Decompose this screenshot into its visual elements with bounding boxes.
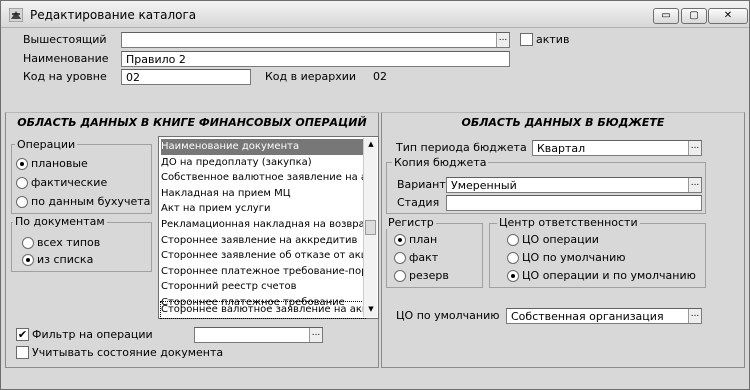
level-code-field[interactable]: 02 bbox=[121, 69, 251, 85]
resp-center-title: Центр ответственности bbox=[497, 216, 640, 229]
document-list-item[interactable]: ДО на предоплату (закупка) bbox=[161, 155, 365, 171]
operations-option-accounting: по данным бухучета bbox=[31, 195, 151, 208]
register-option-fact: факт bbox=[409, 251, 439, 264]
register-radio-fact[interactable] bbox=[394, 252, 406, 264]
name-value: Правило 2 bbox=[126, 53, 186, 66]
register-radio-reserve[interactable] bbox=[394, 270, 406, 282]
operations-radio-accounting[interactable] bbox=[16, 196, 28, 208]
title-bar: Редактирование каталога ▭ ▢ ✕ bbox=[1, 1, 749, 28]
filter-field[interactable]: ... bbox=[194, 327, 323, 343]
operations-option-planned: плановые bbox=[31, 157, 88, 170]
document-list-item[interactable]: Стороннее заявление на аккредитив bbox=[161, 233, 365, 249]
document-list-item[interactable]: Акт на прием услуги bbox=[161, 201, 365, 217]
resp-center-option-default: ЦО по умолчанию bbox=[522, 251, 626, 264]
register-radio-plan[interactable] bbox=[394, 234, 406, 246]
by-docs-option-list: из списка bbox=[37, 253, 94, 266]
default-rc-value: Собственная организация bbox=[511, 310, 664, 323]
document-list-item[interactable]: Собственное валютное заявление на акк bbox=[161, 170, 365, 186]
by-docs-radio-list[interactable] bbox=[22, 254, 34, 266]
app-icon bbox=[9, 8, 23, 22]
scroll-down-icon[interactable]: ▼ bbox=[366, 304, 376, 314]
hier-code-label: Код в иерархии bbox=[265, 70, 357, 83]
doc-state-label: Учитывать состояние документа bbox=[32, 346, 224, 359]
default-rc-label: ЦО по умолчанию bbox=[396, 309, 500, 322]
stage-label: Стадия bbox=[397, 196, 440, 209]
resp-center-option-operation: ЦО операции bbox=[522, 233, 599, 246]
hier-code-value: 02 bbox=[373, 70, 387, 83]
variant-label: Вариант bbox=[397, 178, 446, 191]
period-type-label: Тип периода бюджета bbox=[396, 141, 527, 154]
filter-select-button[interactable]: ... bbox=[309, 328, 322, 342]
by-docs-radio-all[interactable] bbox=[22, 237, 34, 249]
period-type-select-button[interactable]: ... bbox=[688, 141, 701, 155]
parent-field[interactable]: ... bbox=[121, 32, 510, 48]
document-list-item[interactable]: Стороннее заявление об отказе от акцепт bbox=[161, 248, 365, 264]
resp-center-option-both: ЦО операции и по умолчанию bbox=[522, 269, 696, 282]
default-rc-select-button[interactable]: ... bbox=[688, 309, 701, 323]
stage-field[interactable] bbox=[446, 195, 702, 211]
parent-label: Вышестоящий bbox=[23, 33, 107, 46]
document-list-item[interactable]: Накладная на прием МЦ bbox=[161, 186, 365, 202]
default-rc-field[interactable]: Собственная организация ... bbox=[506, 308, 702, 324]
scroll-up-icon[interactable]: ▲ bbox=[366, 139, 376, 149]
maximize-button[interactable]: ▢ bbox=[681, 8, 707, 24]
active-checkbox[interactable] bbox=[520, 33, 533, 46]
by-docs-title: По документам bbox=[13, 215, 107, 228]
doc-state-checkbox[interactable] bbox=[16, 346, 29, 359]
resp-center-radio-default[interactable] bbox=[507, 252, 519, 264]
minimize-button[interactable]: ▭ bbox=[653, 8, 679, 24]
operations-radio-planned[interactable] bbox=[16, 158, 28, 170]
close-button[interactable]: ✕ bbox=[708, 8, 748, 24]
register-title: Регистр bbox=[386, 216, 436, 229]
variant-value: Умеренный bbox=[451, 179, 517, 192]
budget-copy-title: Копия бюджета bbox=[392, 156, 489, 169]
resp-center-radio-both[interactable] bbox=[507, 270, 519, 282]
name-label: Наименование bbox=[23, 52, 109, 65]
level-code-label: Код на уровне bbox=[23, 70, 107, 83]
catalog-edit-window: Редактирование каталога ▭ ▢ ✕ Вышестоящи… bbox=[0, 0, 750, 390]
scrollbar-thumb[interactable] bbox=[365, 220, 376, 235]
filter-checkbox[interactable]: ✔ bbox=[16, 328, 29, 341]
document-list-scrollbar[interactable]: ▲ ▼ bbox=[363, 138, 377, 317]
active-label: актив bbox=[536, 33, 570, 46]
document-list-item[interactable]: Стороннее валютное заявление на акк bbox=[160, 301, 366, 319]
register-option-reserve: резерв bbox=[409, 269, 449, 282]
parent-select-button[interactable]: ... bbox=[496, 33, 509, 47]
register-option-plan: план bbox=[409, 233, 438, 246]
operations-radio-actual[interactable] bbox=[16, 177, 28, 189]
level-code-value: 02 bbox=[126, 71, 140, 84]
document-list-item[interactable]: Рекламационная накладная на возврат МI bbox=[161, 217, 365, 233]
variant-field[interactable]: Умеренный ... bbox=[446, 177, 702, 193]
by-docs-option-all: всех типов bbox=[37, 236, 101, 249]
variant-select-button[interactable]: ... bbox=[688, 178, 701, 192]
window-title: Редактирование каталога bbox=[30, 8, 197, 22]
operations-option-actual: фактические bbox=[31, 176, 108, 189]
resp-center-radio-operation[interactable] bbox=[507, 234, 519, 246]
document-list-item[interactable]: Наименование документа bbox=[161, 139, 365, 155]
document-list[interactable]: Наименование документа ДО на предоплату … bbox=[158, 136, 379, 319]
operations-title: Операции bbox=[15, 138, 78, 151]
document-list-item[interactable]: Сторонний реестр счетов bbox=[161, 279, 365, 295]
period-type-field[interactable]: Квартал ... bbox=[532, 140, 702, 156]
period-type-value: Квартал bbox=[537, 142, 586, 155]
right-panel-title: ОБЛАСТЬ ДАННЫХ В БЮДЖЕТЕ bbox=[461, 116, 665, 129]
document-list-item[interactable]: Стороннее платежное требование-поруче bbox=[161, 264, 365, 280]
filter-label: Фильтр на операции bbox=[32, 328, 153, 341]
name-field[interactable]: Правило 2 bbox=[121, 51, 510, 67]
left-panel-title: ОБЛАСТЬ ДАННЫХ В КНИГЕ ФИНАНСОВЫХ ОПЕРАЦ… bbox=[17, 116, 367, 129]
